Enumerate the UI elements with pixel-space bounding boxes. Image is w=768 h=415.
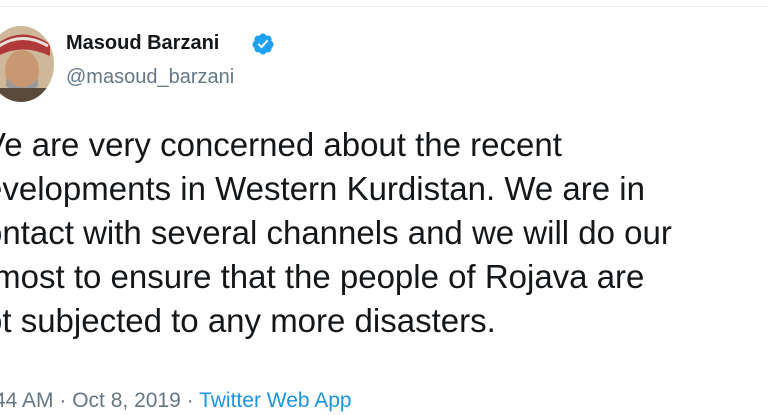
tweet-text-line: ontact with several channels and we will… [0,214,672,251]
tweet-date[interactable]: Oct 8, 2019 [72,389,181,412]
author-handle[interactable]: @masoud_barzani [66,65,234,89]
profile-photo-icon [0,26,54,102]
tweet-text-line: evelopments in Western Kurdistan. We are… [0,170,645,207]
tweet-time[interactable]: 44 AM [0,389,54,412]
top-divider [0,6,768,7]
tweet-text-line: ot subjected to any more disasters. [0,302,496,339]
meta-separator: · [53,389,73,412]
tweet-meta: 44 AM · Oct 8, 2019 · Twitter Web App [0,388,352,414]
tweet-text-line: Ve are very concerned about the recent [0,126,562,163]
tweet-text-line: tmost to ensure that the people of Rojav… [0,258,645,295]
author-display-name[interactable]: Masoud Barzani [66,31,219,55]
tweet-text: Ve are very concerned about the recent e… [0,123,768,343]
meta-separator: · [180,389,200,412]
avatar[interactable] [0,26,54,102]
verified-badge-icon [252,33,274,55]
tweet-source-link[interactable]: Twitter Web App [199,389,352,412]
